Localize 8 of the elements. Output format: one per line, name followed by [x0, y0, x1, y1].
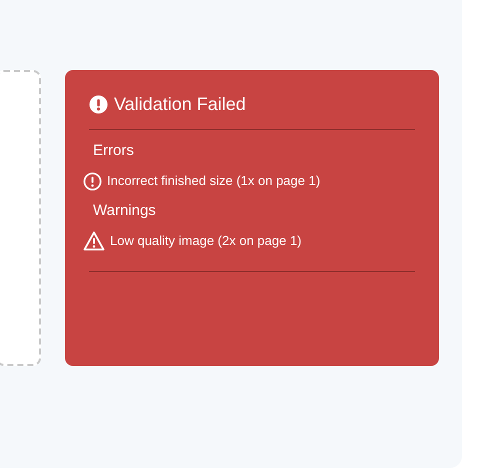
warning-icon	[83, 231, 105, 251]
section-heading: Errors	[93, 141, 135, 161]
alert-icon	[83, 172, 102, 190]
alert-icon	[89, 94, 108, 114]
issue-text: Low quality image (2x on page 1)	[110, 232, 302, 250]
card-title: Validation Failed	[114, 95, 246, 113]
section-heading: Warnings	[93, 201, 157, 221]
issue-text: Incorrect finished size (1x on page 1)	[107, 172, 320, 190]
